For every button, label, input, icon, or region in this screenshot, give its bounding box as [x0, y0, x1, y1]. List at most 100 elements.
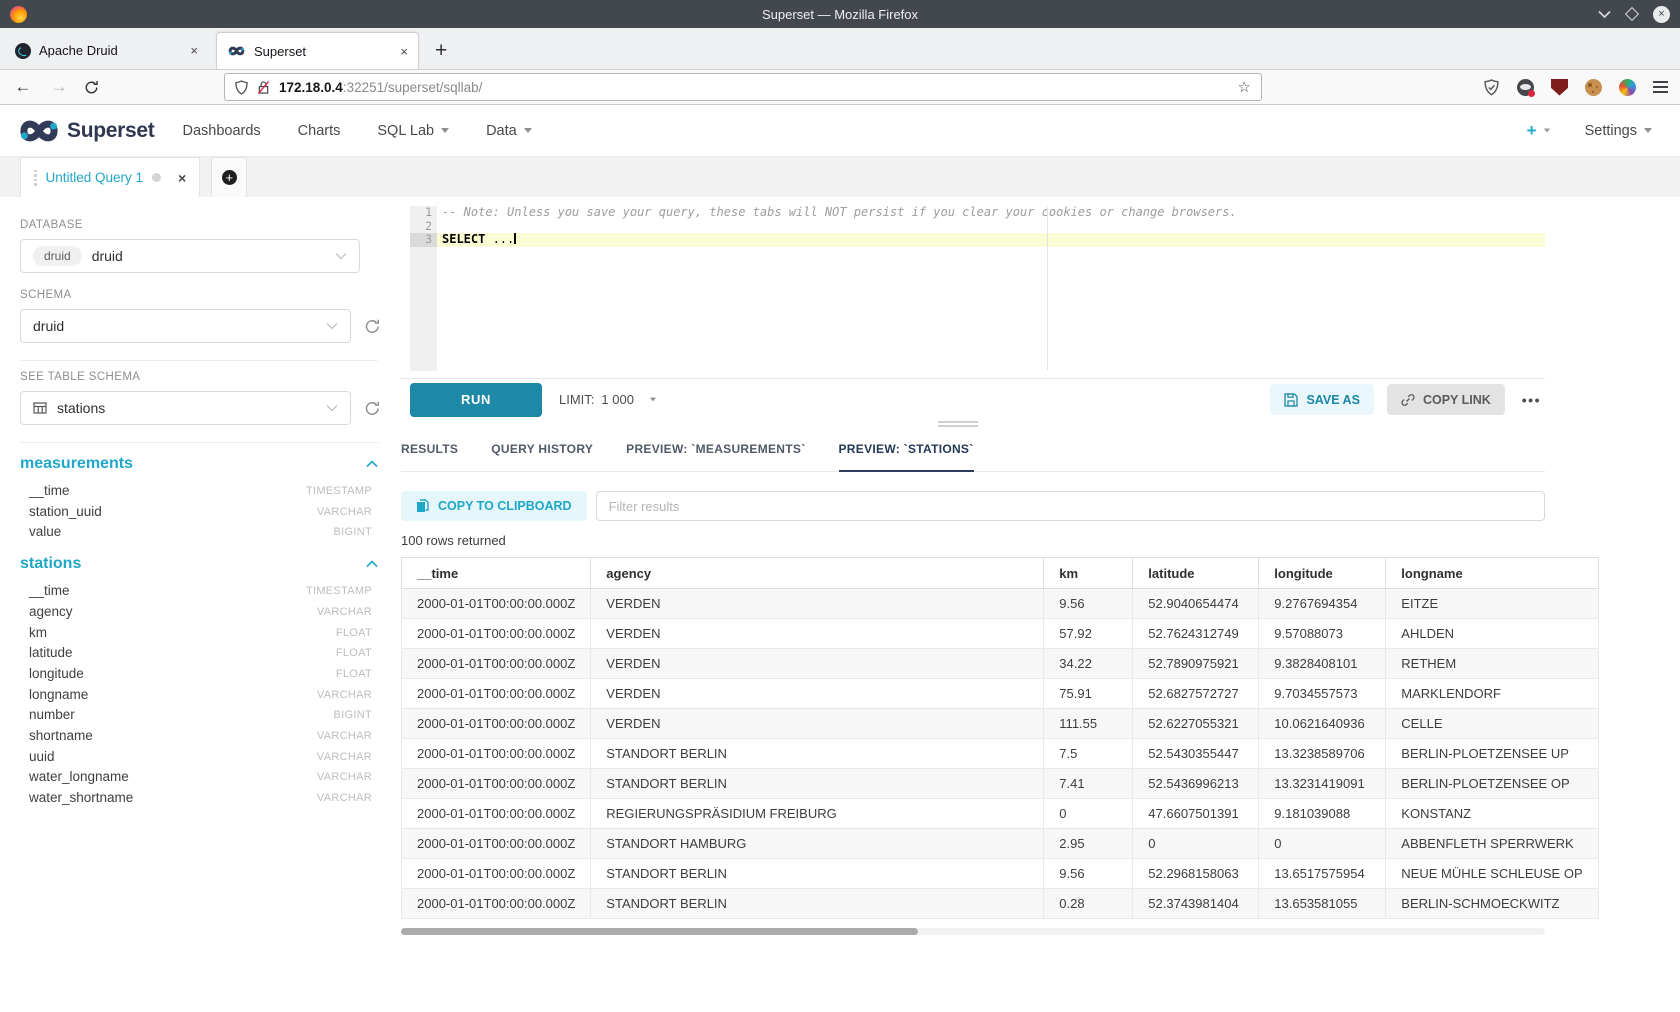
browser-tab-apache-druid[interactable]: Apache Druid ×: [5, 32, 208, 69]
new-tab-button[interactable]: +: [435, 40, 447, 61]
collapse-chevron-up-icon[interactable]: [366, 560, 378, 568]
table-row: 2000-01-01T00:00:00.000ZVERDEN34.2252.78…: [402, 649, 1599, 679]
column-header[interactable]: km: [1044, 558, 1133, 589]
settings-menu[interactable]: Settings: [1585, 123, 1652, 139]
editor-code-area[interactable]: -- Note: Unless you save your query, the…: [437, 206, 1545, 370]
extension-cookie-icon[interactable]: [1585, 79, 1602, 96]
browser-tab-superset[interactable]: Superset ×: [216, 32, 419, 69]
result-tab[interactable]: QUERY HISTORY: [491, 442, 593, 471]
tab-close-icon[interactable]: ×: [400, 44, 408, 59]
table-cell: 52.9040654474: [1133, 589, 1259, 619]
table-cell: 2000-01-01T00:00:00.000Z: [402, 859, 591, 889]
drag-handle-icon[interactable]: [34, 170, 37, 186]
table-row: 2000-01-01T00:00:00.000ZSTANDORT BERLIN0…: [402, 889, 1599, 919]
column-header[interactable]: latitude: [1133, 558, 1259, 589]
schema-table-header[interactable]: measurements: [20, 451, 378, 477]
query-tab-title: Untitled Query 1: [46, 170, 144, 185]
extension-colorwheel-icon[interactable]: [1619, 79, 1636, 96]
brand-name[interactable]: Superset: [67, 119, 154, 143]
table-cell: 13.6517575954: [1259, 859, 1386, 889]
query-tab-untitled-1[interactable]: Untitled Query 1 ×: [20, 157, 200, 197]
schema-table: stations__timeTIMESTAMPagencyVARCHARkmFL…: [20, 551, 380, 809]
url-bar[interactable]: 172.18.0.4:32251/superset/sqllab/ ☆: [224, 73, 1262, 101]
more-options-button[interactable]: •••: [1518, 392, 1545, 408]
clipboard-icon: [416, 499, 429, 513]
table-cell: VERDEN: [591, 679, 1044, 709]
forward-button[interactable]: →: [48, 77, 70, 97]
bookmark-star-icon[interactable]: ☆: [1238, 78, 1251, 96]
limit-dropdown[interactable]: LIMIT: 1 000: [559, 392, 657, 407]
table-cell: 52.5436996213: [1133, 769, 1259, 799]
superset-logo[interactable]: [16, 117, 62, 145]
menu-hamburger-icon[interactable]: [1653, 81, 1668, 92]
insecure-lock-icon[interactable]: [257, 80, 270, 95]
add-query-tab-button[interactable]: +: [211, 157, 247, 197]
extension-shield-icon[interactable]: [1483, 79, 1500, 96]
database-label: DATABASE: [20, 219, 380, 231]
refresh-tables-icon[interactable]: [364, 400, 380, 417]
database-select[interactable]: druid druid: [20, 239, 360, 273]
filter-results-input[interactable]: [596, 491, 1545, 521]
table-cell: 2.95: [1044, 829, 1133, 859]
schema-select[interactable]: druid: [20, 309, 351, 343]
nav-item-dashboards[interactable]: Dashboards: [182, 123, 260, 139]
table-schema-select[interactable]: stations: [20, 391, 351, 425]
sql-editor[interactable]: 1 2 3 -- Note: Unless you save your quer…: [410, 205, 1545, 370]
run-button[interactable]: RUN: [410, 383, 542, 417]
table-icon: [33, 401, 47, 415]
extension-ublock-icon[interactable]: [1551, 79, 1568, 96]
add-new-button[interactable]: +: [1527, 121, 1551, 141]
url-text: 172.18.0.4:32251/superset/sqllab/: [279, 80, 482, 95]
schema-label: SCHEMA: [20, 289, 380, 301]
result-tab[interactable]: PREVIEW: `MEASUREMENTS`: [626, 442, 805, 471]
table-cell: EITZE: [1386, 589, 1598, 619]
refresh-schema-icon[interactable]: [364, 318, 380, 335]
table-cell: BERLIN-PLOETZENSEE UP: [1386, 739, 1598, 769]
extension-mask-icon[interactable]: [1517, 79, 1534, 96]
unsaved-dot-icon: [152, 173, 161, 182]
copy-link-button[interactable]: COPY LINK: [1387, 384, 1505, 415]
nav-item-data[interactable]: Data: [486, 123, 532, 139]
table-cell: 2000-01-01T00:00:00.000Z: [402, 589, 591, 619]
schema-table: measurements__timeTIMESTAMPstation_uuidV…: [20, 451, 380, 543]
window-minimize-icon[interactable]: [1598, 10, 1611, 18]
copy-to-clipboard-button[interactable]: COPY TO CLIPBOARD: [401, 491, 587, 521]
tracking-shield-icon[interactable]: [235, 80, 248, 95]
caret-down-icon: [524, 128, 532, 133]
save-as-button[interactable]: SAVE AS: [1270, 384, 1374, 415]
query-tab-close-icon[interactable]: ×: [178, 170, 186, 186]
schema-table-name: measurements: [20, 455, 133, 473]
url-path: :32251/superset/sqllab/: [343, 80, 483, 95]
table-cell: 0.28: [1044, 889, 1133, 919]
nav-item-sql-lab[interactable]: SQL Lab: [377, 123, 449, 139]
horizontal-scrollbar-thumb[interactable]: [401, 928, 918, 935]
result-tab[interactable]: RESULTS: [401, 442, 458, 471]
column-header[interactable]: longitude: [1259, 558, 1386, 589]
column-header[interactable]: agency: [591, 558, 1044, 589]
schema-column-row: valueBIGINT: [20, 522, 372, 543]
table-cell: 0: [1259, 829, 1386, 859]
pane-resize-handle[interactable]: [938, 421, 978, 429]
back-button[interactable]: ←: [12, 77, 34, 97]
schema-column-row: __timeTIMESTAMP: [20, 481, 372, 502]
table-cell: 9.56: [1044, 589, 1133, 619]
window-title: Superset — Mozilla Firefox: [762, 7, 918, 22]
result-tab[interactable]: PREVIEW: `STATIONS`: [839, 442, 974, 472]
table-cell: VERDEN: [591, 709, 1044, 739]
table-cell: 52.3743981404: [1133, 889, 1259, 919]
reload-button[interactable]: [84, 80, 106, 95]
print-margin-line: [1047, 207, 1048, 370]
editor-gutter: 1 2 3: [410, 206, 437, 371]
column-header[interactable]: __time: [402, 558, 591, 589]
schema-table-header[interactable]: stations: [20, 551, 378, 577]
tab-close-icon[interactable]: ×: [190, 43, 198, 58]
schema-column-row: __timeTIMESTAMP: [20, 581, 372, 602]
nav-item-charts[interactable]: Charts: [298, 123, 341, 139]
window-close-icon[interactable]: ×: [1653, 6, 1670, 23]
table-cell: 52.6827572727: [1133, 679, 1259, 709]
table-cell: 2000-01-01T00:00:00.000Z: [402, 829, 591, 859]
window-maximize-icon[interactable]: [1625, 7, 1639, 21]
collapse-chevron-up-icon[interactable]: [366, 460, 378, 468]
table-row: 2000-01-01T00:00:00.000ZVERDEN9.5652.904…: [402, 589, 1599, 619]
column-header[interactable]: longname: [1386, 558, 1598, 589]
